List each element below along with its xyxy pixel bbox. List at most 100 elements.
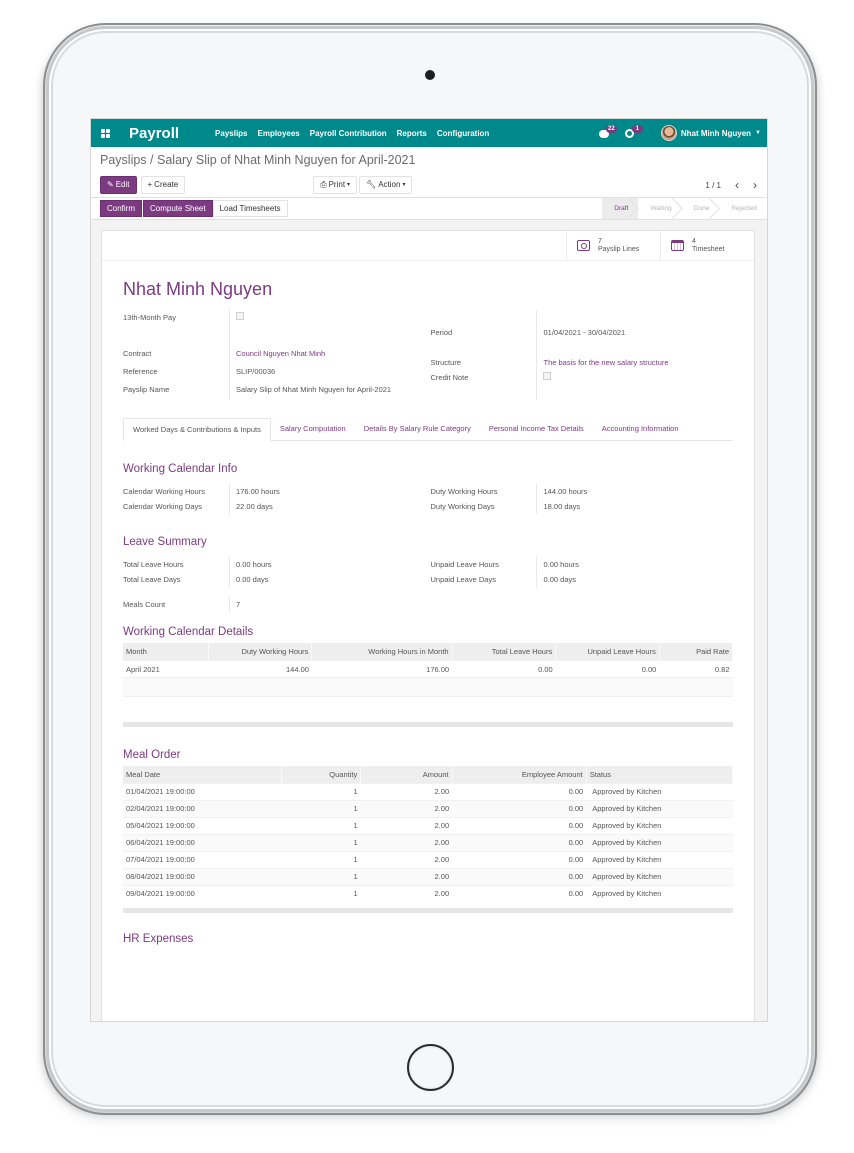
print-dropdown[interactable]: ⎙ Print ▾: [313, 176, 358, 194]
tab-salary-computation[interactable]: Salary Computation: [271, 418, 355, 440]
column-header-working-hours-in-month[interactable]: Working Hours in Month: [311, 643, 453, 661]
home-button[interactable]: [407, 1044, 454, 1091]
field-payslip-name: Salary Slip of Nhat Minh Nguyen for Apri…: [229, 382, 430, 400]
column-header-quantity[interactable]: Quantity: [281, 765, 362, 783]
create-button[interactable]: + Create: [140, 176, 186, 194]
column-header-employee-amount[interactable]: Employee Amount: [452, 765, 587, 783]
field-spacer: [229, 328, 430, 346]
table-row[interactable]: April 2021 144.00 176.00 0.00 0.00 0.82: [123, 660, 733, 678]
column-header-amount[interactable]: Amount: [360, 765, 453, 783]
cell-employee-amount: 0.00: [452, 799, 587, 817]
edit-button[interactable]: ✎ Edit: [100, 176, 137, 194]
field-spacer: [536, 340, 733, 355]
column-header-unpaid-leave-hours[interactable]: Unpaid Leave Hours: [555, 643, 660, 661]
table-row[interactable]: 02/04/2021 19:00:00 1 2.00 0.00 Approved by …: [123, 799, 733, 817]
table-row[interactable]: 08/04/2021 19:00:00 1 2.00 0.00 Approved by …: [123, 867, 733, 885]
field-credit-note: [536, 370, 733, 385]
apps-menu-icon[interactable]: [101, 128, 111, 138]
column-header-month[interactable]: Month: [123, 643, 209, 661]
cell-employee-amount: 0.00: [452, 867, 587, 885]
cell-month: April 2021: [123, 660, 209, 678]
field-spacer: [536, 310, 733, 325]
credit-note-checkbox[interactable]: [543, 372, 552, 380]
load-timesheets-button[interactable]: Load Timesheets: [212, 200, 288, 217]
field-contract-link[interactable]: Council Nguyen Nhat Minh: [229, 346, 430, 364]
confirm-button[interactable]: Confirm: [100, 200, 143, 217]
pager-previous-button[interactable]: ‹: [735, 178, 739, 192]
cell-meal-date: 09/04/2021 19:00:00: [123, 884, 282, 902]
value-meals-count: 7: [229, 597, 433, 612]
label-meals-count: Meals Count: [123, 600, 166, 609]
print-label: Print: [328, 180, 346, 189]
status-rejected[interactable]: Rejected: [719, 198, 767, 219]
column-header-meal-date[interactable]: Meal Date: [123, 765, 282, 783]
pager-value[interactable]: 1 / 1: [705, 181, 721, 190]
tab-details-by-salary-rule-category[interactable]: Details By Salary Rule Category: [355, 418, 480, 440]
field-reference: SLIP/00036: [229, 364, 430, 382]
value-calendar-working-days: 22.00 days: [229, 499, 430, 514]
breadcrumb-payslips[interactable]: Payslips: [100, 153, 147, 167]
form-background: 7 Payslip Lines 4 Timesheet Nhat Minh Nguy…: [91, 220, 767, 1021]
value-duty-working-days: 18.00 days: [536, 499, 733, 514]
messaging-button[interactable]: 22: [598, 125, 617, 139]
cell-amount: 2.00: [360, 816, 453, 834]
column-header-paid-rate[interactable]: Paid Rate: [659, 643, 734, 661]
field-label-contract: Contract: [123, 349, 152, 358]
column-header-duty-working-hours[interactable]: Duty Working Hours: [208, 643, 313, 661]
app-name[interactable]: Payroll: [129, 125, 179, 142]
cell-amount: 2.00: [360, 850, 453, 868]
menu-employees[interactable]: Employees: [258, 129, 300, 138]
column-header-total-leave-hours[interactable]: Total Leave Hours: [452, 643, 557, 661]
menu-reports[interactable]: Reports: [397, 129, 427, 138]
working-calendar-info-right: Duty Working Hours 144.00 hours Duty Wor…: [430, 484, 733, 514]
cell-quantity: 1: [281, 833, 361, 851]
cell-quantity: 1: [281, 850, 361, 868]
field-structure-link[interactable]: The basis for the new salary structure: [536, 355, 733, 370]
label-total-leave-hours: Total Leave Hours: [123, 560, 184, 569]
status-done[interactable]: Done: [682, 198, 720, 219]
action-dropdown[interactable]: 🔧︎ Action ▾: [359, 176, 413, 194]
status-waiting[interactable]: Waiting: [638, 198, 681, 219]
status-draft[interactable]: Draft: [602, 198, 639, 219]
working-calendar-details-table: Month Duty Working Hours Working Hours i…: [123, 643, 734, 716]
pager-next-button[interactable]: ›: [753, 178, 757, 192]
compute-sheet-button[interactable]: Compute Sheet: [143, 200, 213, 217]
field-label-spacer: [430, 340, 536, 355]
label-unpaid-leave-hours: Unpaid Leave Hours: [430, 560, 499, 569]
field-label-spacer: [430, 310, 536, 325]
field-period: 01/04/2021 - 30/04/2021: [536, 325, 733, 340]
meal-order-table: Meal Date Quantity Amount Employee Amoun…: [123, 765, 734, 902]
tab-personal-income-tax-details[interactable]: Personal Income Tax Details: [480, 418, 593, 440]
table-row[interactable]: 09/04/2021 19:00:00 1 2.00 0.00 Approved by …: [123, 884, 733, 902]
table-row[interactable]: 06/04/2021 19:00:00 1 2.00 0.00 Approved by …: [123, 833, 733, 851]
menu-configuration[interactable]: Configuration: [437, 129, 489, 138]
cell-amount: 2.00: [360, 867, 453, 885]
tab-worked-days[interactable]: Worked Days & Contributions & Inputs: [123, 418, 271, 441]
payslip-lines-button[interactable]: 7 Payslip Lines: [566, 231, 660, 260]
main-fields: 13th-Month Pay Contract Council Nguyen N…: [123, 310, 733, 400]
table-row[interactable]: 05/04/2021 19:00:00 1 2.00 0.00 Approved by …: [123, 816, 733, 834]
cell-amount: 2.00: [360, 782, 453, 800]
timesheet-button[interactable]: 4 Timesheet: [660, 231, 754, 260]
activities-button[interactable]: 1: [624, 125, 643, 139]
caret-down-icon: ▾: [347, 182, 351, 188]
table-header-row: Month Duty Working Hours Working Hours i…: [123, 643, 734, 661]
field-label-payslip-name: Payslip Name: [123, 385, 170, 394]
form-statusbar: Confirm Compute Sheet Load Timesheets Dr…: [91, 198, 767, 220]
meal-order-rows: 01/04/2021 19:00:00 1 2.00 0.00 Approved by …: [123, 782, 733, 902]
table-row[interactable]: 07/04/2021 19:00:00 1 2.00 0.00 Approved by …: [123, 850, 733, 868]
table-row[interactable]: 01/04/2021 19:00:00 1 2.00 0.00 Approved by …: [123, 782, 733, 800]
user-menu[interactable]: Nhat Minh Nguyen ▼: [660, 125, 761, 141]
value-unpaid-leave-days: 0.00 days: [536, 572, 733, 587]
cell-meal-date: 02/04/2021 19:00:00: [123, 799, 282, 817]
menu-payslips[interactable]: Payslips: [215, 129, 247, 138]
meals-count-field: Meals Count 7: [123, 597, 433, 612]
menu-payroll-contribution[interactable]: Payroll Contribution: [310, 129, 387, 138]
table-header-row: Meal Date Quantity Amount Employee Amoun…: [123, 765, 734, 783]
pencil-icon: ✎: [107, 180, 114, 189]
column-header-status[interactable]: Status: [586, 765, 734, 783]
13th-month-pay-checkbox[interactable]: [236, 312, 244, 320]
cell-meal-date: 08/04/2021 19:00:00: [123, 867, 282, 885]
cell-duty-working-hours: 144.00: [208, 660, 312, 678]
tab-accounting-information[interactable]: Accounting Information: [593, 418, 688, 440]
